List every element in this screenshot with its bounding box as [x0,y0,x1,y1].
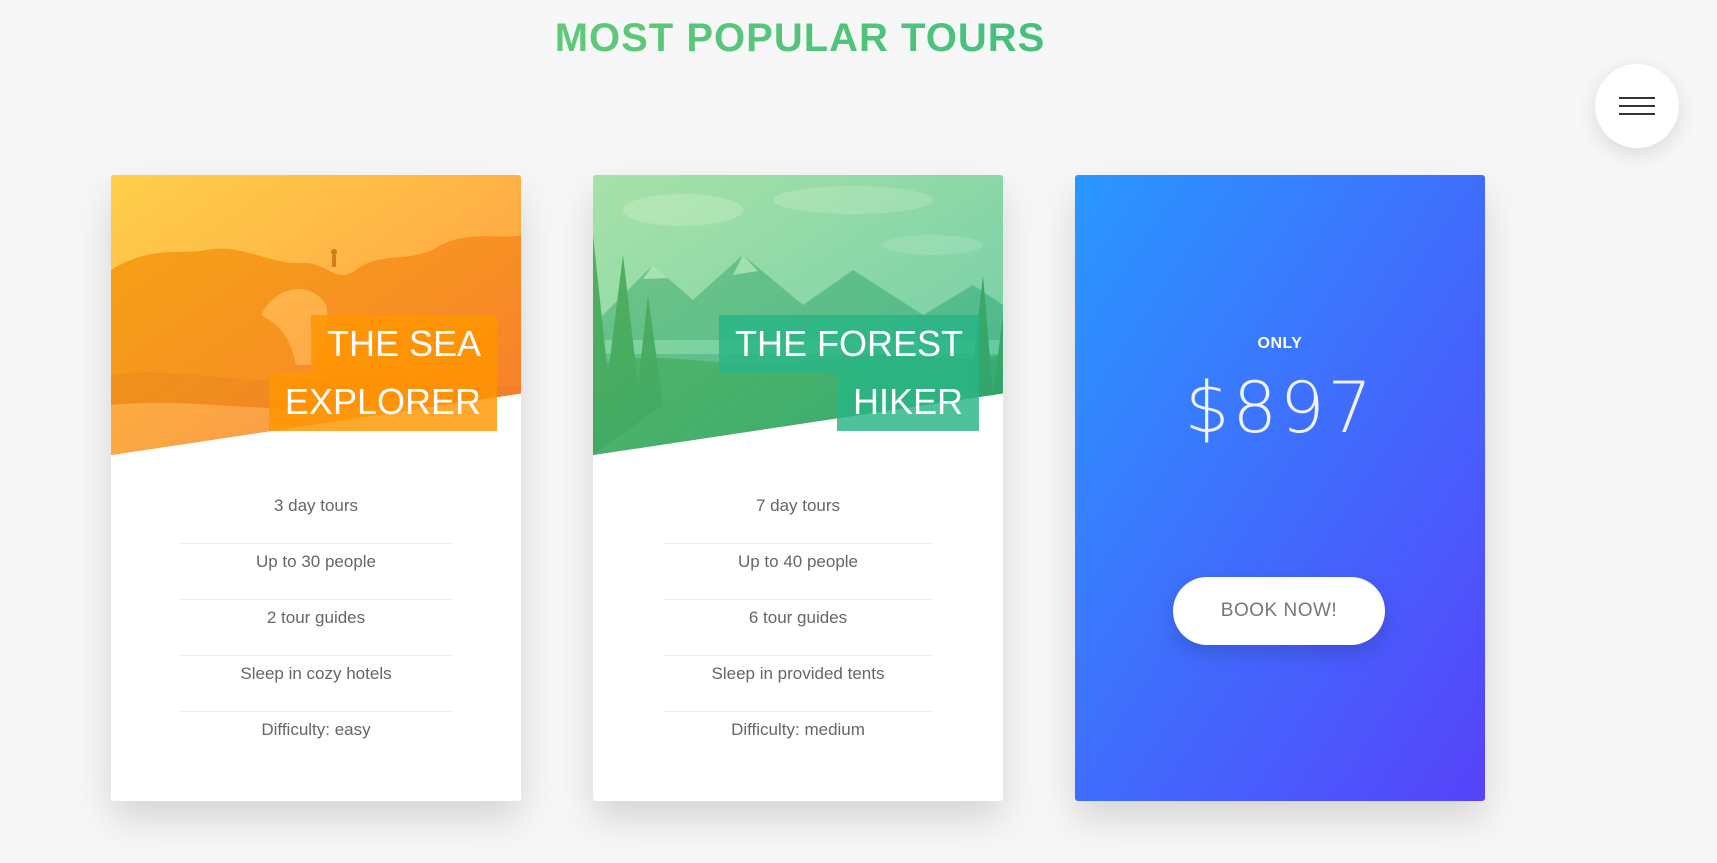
card-heading: THE FOREST HIKER [718,315,979,431]
detail-item: Sleep in provided tents [663,656,933,712]
card-heading: THE SEA EXPLORER [268,315,497,431]
heading-line-1: THE FOREST [718,315,979,373]
detail-item: 7 day tours [663,488,933,544]
book-now-button[interactable]: BOOK NOW! [1173,577,1385,645]
detail-item: 2 tour guides [181,600,451,656]
heading-line-1: THE SEA [310,315,497,373]
detail-item: Up to 40 people [663,544,933,600]
menu-button[interactable] [1595,64,1679,148]
tour-card-sea-explorer[interactable]: THE SEA EXPLORER 3 day tours Up to 30 pe… [111,175,521,801]
price-value: $897 [1184,367,1376,449]
detail-item: 6 tour guides [663,600,933,656]
heading-line-2: HIKER [836,373,979,431]
tour-card-forest-hiker[interactable]: THE FOREST HIKER 7 day tours Up to 40 pe… [593,175,1003,801]
section-title: MOST POPULAR TOURS [0,16,1600,61]
tour-details-list: 7 day tours Up to 40 people 6 tour guide… [663,488,933,768]
detail-item: 3 day tours [181,488,451,544]
price-box: ONLY $897 [1075,335,1485,449]
detail-item: Difficulty: easy [261,720,371,739]
tours-section: MOST POPULAR TOURS THE SEA EXPLORER 3 da… [0,0,1717,863]
heading-line-2: EXPLORER [268,373,497,431]
detail-item: Difficulty: medium [731,720,865,739]
detail-item: Up to 30 people [181,544,451,600]
detail-item: Sleep in cozy hotels [181,656,451,712]
tour-details-list: 3 day tours Up to 30 people 2 tour guide… [181,488,451,768]
price-only-label: ONLY [1257,335,1303,352]
tour-card-pricing: ONLY $897 BOOK NOW! [1075,175,1485,801]
